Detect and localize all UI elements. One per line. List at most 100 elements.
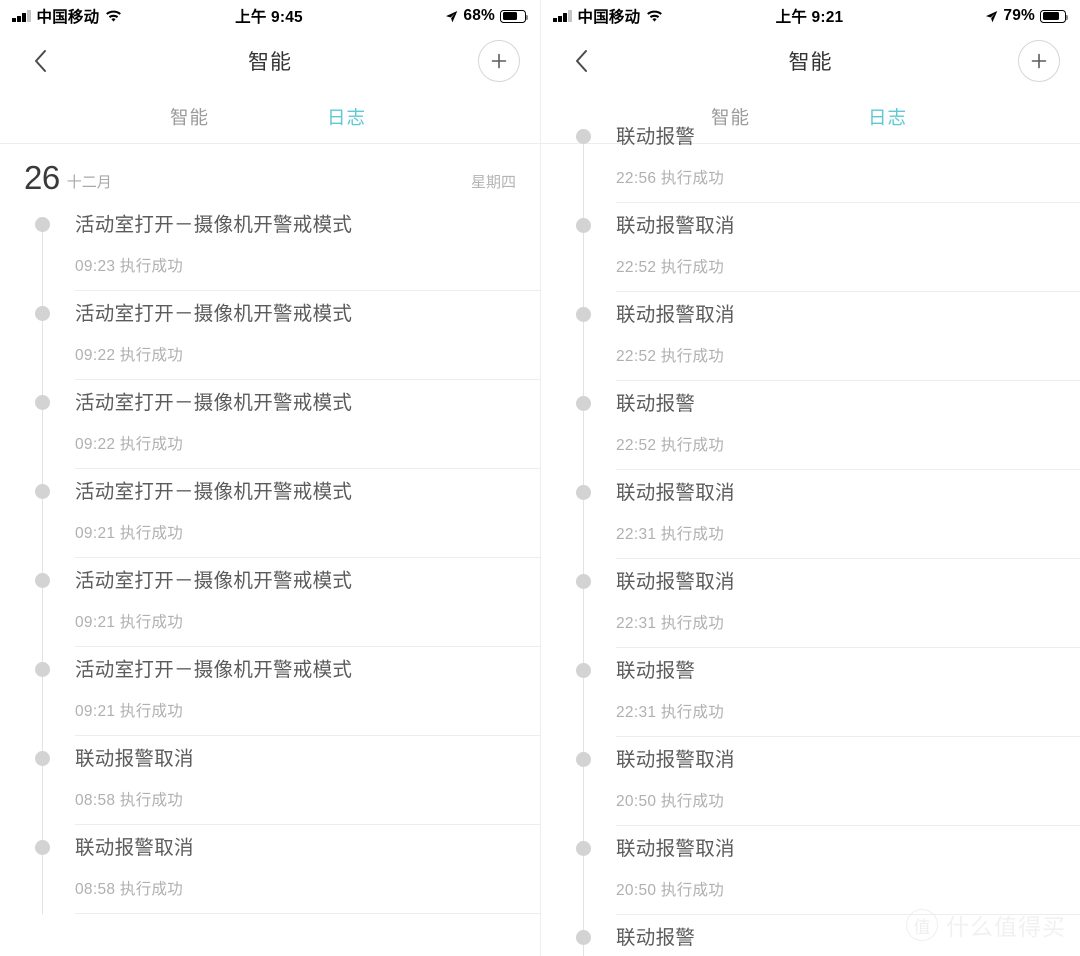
timeline-rail	[583, 292, 584, 381]
timeline-dot-icon	[35, 484, 50, 499]
phone-screen-right: 中国移动 上午 9:21 79% 智能 智能 日志 联动报警 22:56 执行成…	[540, 0, 1080, 956]
wifi-icon	[646, 10, 663, 23]
battery-icon	[500, 9, 529, 23]
tab-logs[interactable]: 日志	[317, 104, 376, 130]
timeline-dot-icon	[35, 395, 50, 410]
status-clock: 上午 9:21	[775, 9, 844, 26]
log-entry[interactable]: 活动室打开－摄像机开警戒模式 09:22 执行成功	[0, 291, 540, 380]
add-button[interactable]	[1018, 40, 1060, 82]
wifi-icon	[105, 10, 122, 23]
log-entry-title: 活动室打开－摄像机开警戒模式	[75, 214, 353, 236]
timeline-dot-icon	[576, 218, 591, 233]
status-bar-right: 68%	[303, 7, 529, 25]
log-entry-status: 22:31 执行成功	[616, 525, 725, 543]
carrier-label: 中国移动	[36, 9, 100, 26]
plus-icon	[491, 53, 507, 69]
log-entry-status: 22:31 执行成功	[616, 614, 725, 632]
log-entry-title: 活动室打开－摄像机开警戒模式	[75, 392, 353, 414]
log-entry[interactable]: 活动室打开－摄像机开警戒模式 09:21 执行成功	[0, 647, 540, 736]
timeline-rail	[42, 647, 43, 736]
timeline-rail	[42, 558, 43, 647]
timeline-rail	[42, 825, 43, 914]
log-entry[interactable]: 活动室打开－摄像机开警戒模式 09:21 执行成功	[0, 558, 540, 647]
log-entry[interactable]: 联动报警取消 08:58 执行成功	[0, 736, 540, 825]
log-list-right[interactable]: 联动报警 22:56 执行成功 联动报警取消 22:52 执行成功 联动报警取消 22:5…	[541, 114, 1080, 956]
status-bar-center: 上午 9:21	[776, 5, 844, 27]
log-entry-title: 活动室打开－摄像机开警戒模式	[75, 659, 353, 681]
timeline-dot-icon	[35, 662, 50, 677]
log-entry[interactable]: 活动室打开－摄像机开警戒模式 09:23 执行成功	[0, 202, 540, 291]
log-entry[interactable]: 联动报警 22:52 执行成功	[541, 381, 1080, 470]
log-entry[interactable]: 联动报警取消 22:52 执行成功	[541, 292, 1080, 381]
timeline-dot-icon	[576, 930, 591, 945]
timeline-dot-icon	[576, 841, 591, 856]
battery-percent-label: 68%	[463, 7, 496, 24]
log-list-left[interactable]: 活动室打开－摄像机开警戒模式 09:23 执行成功 活动室打开－摄像机开警戒模式 09…	[0, 202, 540, 914]
location-arrow-icon	[445, 10, 458, 23]
timeline-dot-icon	[576, 396, 591, 411]
log-entry-title: 联动报警	[616, 660, 696, 682]
log-entry-status: 08:58 执行成功	[75, 791, 184, 809]
back-button[interactable]	[561, 41, 601, 81]
add-button[interactable]	[478, 40, 520, 82]
date-day: 26	[24, 159, 60, 196]
log-entry[interactable]: 联动报警取消 08:58 执行成功	[0, 825, 540, 914]
status-clock: 上午 9:45	[235, 9, 303, 26]
timeline-rail	[583, 203, 584, 292]
timeline-dot-icon	[35, 217, 50, 232]
timeline-dot-icon	[576, 307, 591, 322]
timeline-rail	[583, 136, 584, 203]
date-month: 十二月	[66, 173, 112, 191]
timeline-dot-icon	[35, 751, 50, 766]
log-entry-status: 22:31 执行成功	[616, 703, 725, 721]
timeline-dot-icon	[576, 752, 591, 767]
page-title: 智能	[248, 51, 292, 74]
date-header: 26 十二月 星期四	[0, 144, 540, 202]
timeline-rail	[583, 470, 584, 559]
log-entry[interactable]: 联动报警取消 20:50 执行成功	[541, 737, 1080, 826]
timeline-rail	[42, 469, 43, 558]
log-entry[interactable]: 联动报警取消 20:50 执行成功	[541, 826, 1080, 915]
timeline-dot-icon	[35, 840, 50, 855]
log-entry-title: 联动报警取消	[616, 749, 735, 771]
status-bar: 中国移动 上午 9:21 79%	[541, 0, 1080, 32]
signal-bars-icon	[553, 10, 572, 22]
timeline-dot-icon	[35, 306, 50, 321]
log-entry-status	[616, 949, 1070, 956]
log-entry-status: 22:52 执行成功	[616, 347, 725, 365]
nav-bar: 智能	[541, 32, 1080, 90]
log-entry-status: 20:50 执行成功	[616, 881, 725, 899]
tab-scenes[interactable]: 智能	[160, 104, 219, 130]
log-entry-status: 09:22 执行成功	[75, 346, 184, 364]
timeline-dot-icon	[576, 663, 591, 678]
timeline-rail	[42, 380, 43, 469]
battery-icon	[1040, 9, 1069, 23]
timeline-dot-icon	[35, 573, 50, 588]
status-bar-right: 79%	[843, 7, 1069, 25]
log-entry[interactable]: 联动报警取消 22:52 执行成功	[541, 203, 1080, 292]
timeline-rail	[42, 224, 43, 291]
log-entry-status: 09:22 执行成功	[75, 435, 184, 453]
log-entry[interactable]: 活动室打开－摄像机开警戒模式 09:22 执行成功	[0, 380, 540, 469]
log-entry-status: 22:56 执行成功	[616, 169, 725, 187]
log-entry-status: 22:52 执行成功	[616, 258, 725, 276]
log-entry-status: 20:50 执行成功	[616, 792, 725, 810]
timeline-rail	[42, 736, 43, 825]
signal-bars-icon	[12, 10, 31, 22]
timeline-rail	[583, 648, 584, 737]
status-bar-left: 中国移动	[553, 5, 776, 27]
log-entry[interactable]: 联动报警取消 22:31 执行成功	[541, 470, 1080, 559]
log-entry[interactable]: 联动报警 22:31 执行成功	[541, 648, 1080, 737]
timeline-dot-icon	[576, 129, 591, 144]
log-entry-status: 09:21 执行成功	[75, 613, 184, 631]
log-entry-title: 活动室打开－摄像机开警戒模式	[75, 481, 353, 503]
log-entry-status: 09:21 执行成功	[75, 524, 184, 542]
log-entry[interactable]: 联动报警 22:56 执行成功	[541, 114, 1080, 203]
log-entry[interactable]: 联动报警	[541, 915, 1080, 956]
log-entry-title: 联动报警取消	[75, 837, 194, 859]
status-bar-left: 中国移动	[12, 5, 235, 27]
log-entry[interactable]: 活动室打开－摄像机开警戒模式 09:21 执行成功	[0, 469, 540, 558]
log-entry[interactable]: 联动报警取消 22:31 执行成功	[541, 559, 1080, 648]
carrier-label: 中国移动	[577, 9, 641, 26]
back-button[interactable]	[20, 41, 60, 81]
